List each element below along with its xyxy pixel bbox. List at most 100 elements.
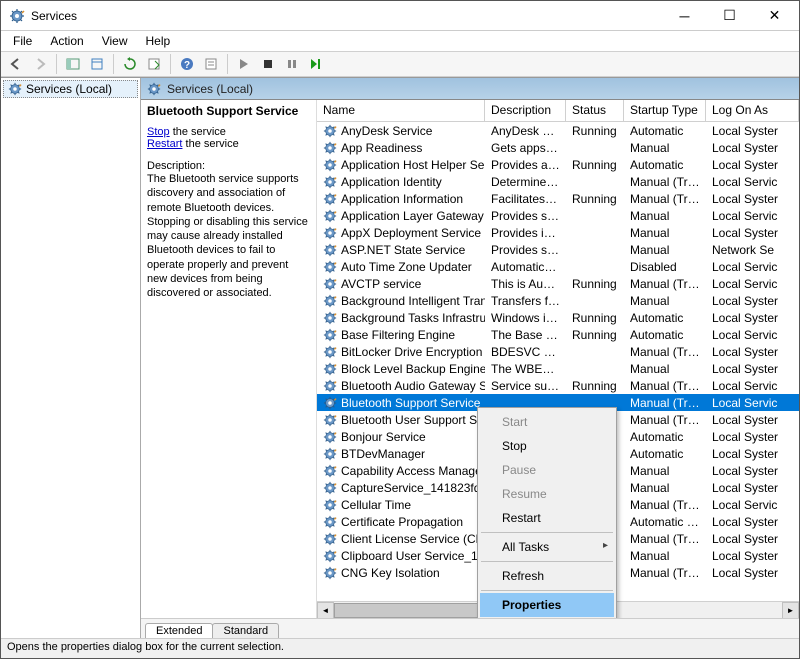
show-hide-tree-button[interactable]: [62, 53, 84, 75]
cell-name: AVCTP service: [341, 277, 421, 291]
gear-icon: [323, 430, 337, 444]
start-service-button[interactable]: [233, 53, 255, 75]
ctx-properties[interactable]: Properties: [480, 593, 614, 617]
table-row[interactable]: ASP.NET State ServiceProvides sup...Manu…: [317, 241, 799, 258]
gear-icon: [323, 566, 337, 580]
ctx-start[interactable]: Start: [480, 410, 614, 434]
export-button[interactable]: [86, 53, 108, 75]
cell-logon: Local Syster: [706, 158, 799, 172]
gear-icon: [323, 345, 337, 359]
cell-name: Base Filtering Engine: [341, 328, 455, 342]
gear-icon: [323, 175, 337, 189]
menu-view[interactable]: View: [94, 32, 136, 50]
table-row[interactable]: Bluetooth Audio Gateway Se...Service sup…: [317, 377, 799, 394]
ctx-restart[interactable]: Restart: [480, 506, 614, 530]
minimize-button[interactable]: ─: [662, 2, 707, 30]
ctx-all-tasks[interactable]: All Tasks: [480, 535, 614, 559]
gear-icon: [323, 532, 337, 546]
gear-icon: [323, 294, 337, 308]
refresh-button[interactable]: [119, 53, 141, 75]
description-label: Description:: [147, 160, 310, 172]
cell-name: Cellular Time: [341, 498, 411, 512]
table-row[interactable]: Background Tasks Infrastruc...Windows in…: [317, 309, 799, 326]
scroll-left-button[interactable]: ◄: [317, 602, 334, 619]
scroll-right-button[interactable]: ►: [782, 602, 799, 619]
cell-name: BitLocker Drive Encryption S...: [341, 345, 485, 359]
table-row[interactable]: Application IdentityDetermines ...Manual…: [317, 173, 799, 190]
maximize-button[interactable]: ☐: [707, 2, 752, 30]
forward-button[interactable]: [29, 53, 51, 75]
cell-name: Application Layer Gateway S...: [341, 209, 485, 223]
cell-startup: Disabled: [624, 260, 706, 274]
cell-startup: Manual (Trigg...: [624, 532, 706, 546]
gear-icon: [323, 209, 337, 223]
properties-button[interactable]: [200, 53, 222, 75]
cell-desc: Windows inf...: [485, 311, 566, 325]
tab-extended[interactable]: Extended: [145, 623, 213, 638]
col-status[interactable]: Status: [566, 100, 624, 121]
cell-logon: Local Syster: [706, 226, 799, 240]
menu-file[interactable]: File: [5, 32, 40, 50]
cell-status: Running: [566, 158, 624, 172]
gear-icon: [323, 124, 337, 138]
restart-service-button[interactable]: [305, 53, 327, 75]
gear-icon: [323, 379, 337, 393]
cell-desc: Provides sup...: [485, 209, 566, 223]
table-row[interactable]: Application InformationFacilitates th...…: [317, 190, 799, 207]
back-button[interactable]: [5, 53, 27, 75]
menu-help[interactable]: Help: [138, 32, 179, 50]
table-row[interactable]: App ReadinessGets apps re...ManualLocal …: [317, 139, 799, 156]
table-row[interactable]: Block Level Backup Engine S...The WBENGI…: [317, 360, 799, 377]
col-description[interactable]: Description: [485, 100, 566, 121]
table-row[interactable]: AppX Deployment Service (A...Provides in…: [317, 224, 799, 241]
cell-startup: Manual (Trigg...: [624, 413, 706, 427]
cell-desc: Provides ad...: [485, 158, 566, 172]
help-button[interactable]: ?: [176, 53, 198, 75]
table-row[interactable]: Application Layer Gateway S...Provides s…: [317, 207, 799, 224]
cell-startup: Manual (Trigg...: [624, 379, 706, 393]
ctx-resume[interactable]: Resume: [480, 482, 614, 506]
table-row[interactable]: Auto Time Zone UpdaterAutomaticall...Dis…: [317, 258, 799, 275]
gear-icon: [323, 413, 337, 427]
close-button[interactable]: ✕: [752, 2, 797, 30]
table-row[interactable]: Base Filtering EngineThe Base Filt...Run…: [317, 326, 799, 343]
stop-service-link[interactable]: Stop: [147, 126, 170, 138]
table-row[interactable]: Application Host Helper Serv...Provides …: [317, 156, 799, 173]
cell-desc: This is Audio...: [485, 277, 566, 291]
col-logon[interactable]: Log On As: [706, 100, 799, 121]
cell-startup: Manual: [624, 464, 706, 478]
cell-status: Running: [566, 192, 624, 206]
cell-logon: Local Syster: [706, 481, 799, 495]
cell-name: CNG Key Isolation: [341, 566, 440, 580]
cell-startup: Automatic: [624, 158, 706, 172]
cell-startup: Automatic: [624, 311, 706, 325]
table-row[interactable]: BitLocker Drive Encryption S...BDESVC ho…: [317, 343, 799, 360]
menu-action[interactable]: Action: [42, 32, 91, 50]
services-window: Services ─ ☐ ✕ File Action View Help ? S…: [0, 0, 800, 659]
cell-startup: Manual (Trigg...: [624, 345, 706, 359]
table-row[interactable]: AnyDesk ServiceAnyDesk su...RunningAutom…: [317, 122, 799, 139]
cell-logon: Local Syster: [706, 515, 799, 529]
content-area: Services (Local) Services (Local) Blueto…: [1, 77, 799, 638]
col-name[interactable]: Name: [317, 100, 485, 121]
ctx-refresh[interactable]: Refresh: [480, 564, 614, 588]
app-icon: [9, 8, 25, 24]
stop-service-button[interactable]: [257, 53, 279, 75]
tree-node-services-local[interactable]: Services (Local): [3, 80, 138, 98]
gear-icon: [323, 192, 337, 206]
export-list-button[interactable]: [143, 53, 165, 75]
tab-standard[interactable]: Standard: [212, 623, 279, 638]
cell-logon: Local Syster: [706, 532, 799, 546]
table-row[interactable]: Background Intelligent Tran...Transfers …: [317, 292, 799, 309]
ctx-pause[interactable]: Pause: [480, 458, 614, 482]
pause-service-button[interactable]: [281, 53, 303, 75]
table-row[interactable]: AVCTP serviceThis is Audio...RunningManu…: [317, 275, 799, 292]
col-startup[interactable]: Startup Type: [624, 100, 706, 121]
gear-icon: [323, 328, 337, 342]
cell-name: App Readiness: [341, 141, 422, 155]
cell-status: Running: [566, 311, 624, 325]
ctx-stop[interactable]: Stop: [480, 434, 614, 458]
titlebar: Services ─ ☐ ✕: [1, 1, 799, 31]
cell-name: Application Identity: [341, 175, 442, 189]
restart-service-link[interactable]: Restart: [147, 138, 182, 150]
